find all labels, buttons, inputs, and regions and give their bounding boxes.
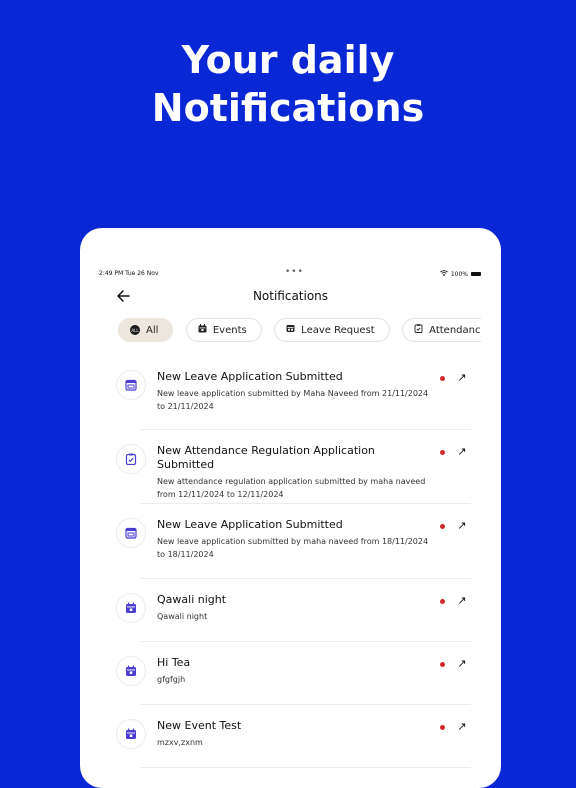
notification-description: gfgfgjh bbox=[157, 675, 186, 684]
unread-dot bbox=[440, 725, 445, 730]
open-arrow-icon[interactable]: ↗ bbox=[455, 519, 469, 533]
filter-chip-label: Events bbox=[212, 324, 247, 336]
calendar-icon bbox=[116, 719, 146, 749]
headline-line-1: Your daily bbox=[181, 38, 395, 82]
back-arrow-icon[interactable] bbox=[116, 286, 136, 306]
leave-icon bbox=[286, 324, 295, 336]
multitask-dots-icon[interactable]: ••• bbox=[285, 267, 304, 277]
headline-line-2: Notifications bbox=[151, 86, 425, 130]
notification-description: New leave application submitted by maha … bbox=[157, 537, 429, 559]
notification-item[interactable]: New Leave Application Submitted New leav… bbox=[116, 504, 471, 579]
notification-title: New Leave Application Submitted bbox=[157, 518, 343, 531]
filter-chip-leave-request[interactable]: Leave Request bbox=[274, 318, 390, 342]
attendance-icon bbox=[414, 324, 423, 336]
notification-title: Qawali night bbox=[157, 593, 227, 606]
battery-icon bbox=[471, 272, 481, 276]
calendar-icon bbox=[198, 324, 207, 336]
notification-title: New Attendance Regulation Application Su… bbox=[157, 444, 375, 471]
unread-dot bbox=[440, 524, 445, 529]
notification-title: Hi Tea bbox=[157, 656, 191, 669]
filter-chip-attendance[interactable]: Attendance R bbox=[402, 318, 481, 342]
calendar-icon bbox=[116, 593, 146, 623]
filter-chip-label: Attendance R bbox=[429, 324, 481, 336]
wifi-icon bbox=[440, 270, 448, 278]
open-arrow-icon[interactable]: ↗ bbox=[455, 720, 469, 734]
all-icon: ALL bbox=[130, 325, 140, 335]
unread-dot bbox=[440, 662, 445, 667]
page-title: Notifications bbox=[252, 289, 329, 303]
notification-item[interactable]: New Attendance Regulation Application Su… bbox=[116, 430, 471, 504]
unread-dot bbox=[440, 450, 445, 455]
attendance-icon bbox=[116, 444, 146, 474]
open-arrow-icon[interactable]: ↗ bbox=[455, 445, 469, 459]
notification-item[interactable]: New Event Test mzxv,zxnm ↗ bbox=[116, 705, 471, 768]
calendar-icon bbox=[116, 656, 146, 686]
open-arrow-icon[interactable]: ↗ bbox=[455, 657, 469, 671]
unread-dot bbox=[440, 599, 445, 604]
open-arrow-icon[interactable]: ↗ bbox=[455, 371, 469, 385]
notification-item[interactable]: New Leave Application Submitted New leav… bbox=[116, 356, 471, 430]
top-bar: Notifications bbox=[80, 286, 501, 306]
filter-chip-events[interactable]: Events bbox=[185, 318, 262, 342]
notification-description: Qawali night bbox=[157, 612, 208, 621]
notification-item[interactable]: Qawali night Qawali night ↗ bbox=[116, 579, 471, 642]
unread-dot bbox=[440, 376, 445, 381]
filter-chip-all[interactable]: ALL All bbox=[118, 318, 174, 342]
filter-chip-label: Leave Request bbox=[301, 324, 375, 336]
status-time: 2:49 PM Tue 26 Nov bbox=[99, 270, 159, 277]
headline: Your daily Notifications bbox=[0, 36, 576, 132]
notification-description: New leave application submitted by Maha … bbox=[157, 389, 429, 411]
status-right: 100% bbox=[440, 270, 481, 278]
notification-item[interactable]: Hi Tea gfgfgjh ↗ bbox=[116, 642, 471, 705]
filter-chips: ALL All Events Leave Request Attendance … bbox=[118, 318, 481, 344]
notification-list: New Leave Application Submitted New leav… bbox=[116, 356, 471, 768]
notification-description: New attendance regulation application su… bbox=[157, 477, 426, 499]
device-screen: 2:49 PM Tue 26 Nov ••• 100% Notification… bbox=[80, 228, 501, 788]
status-bar: 2:49 PM Tue 26 Nov ••• 100% bbox=[80, 267, 501, 280]
notification-title: New Event Test bbox=[157, 719, 242, 732]
notification-title: New Leave Application Submitted bbox=[157, 370, 343, 383]
filter-chip-label: All bbox=[146, 324, 159, 336]
notification-description: mzxv,zxnm bbox=[157, 738, 203, 747]
leave-icon bbox=[116, 518, 146, 548]
leave-icon bbox=[116, 370, 146, 400]
battery-percent: 100% bbox=[450, 270, 468, 278]
open-arrow-icon[interactable]: ↗ bbox=[455, 594, 469, 608]
